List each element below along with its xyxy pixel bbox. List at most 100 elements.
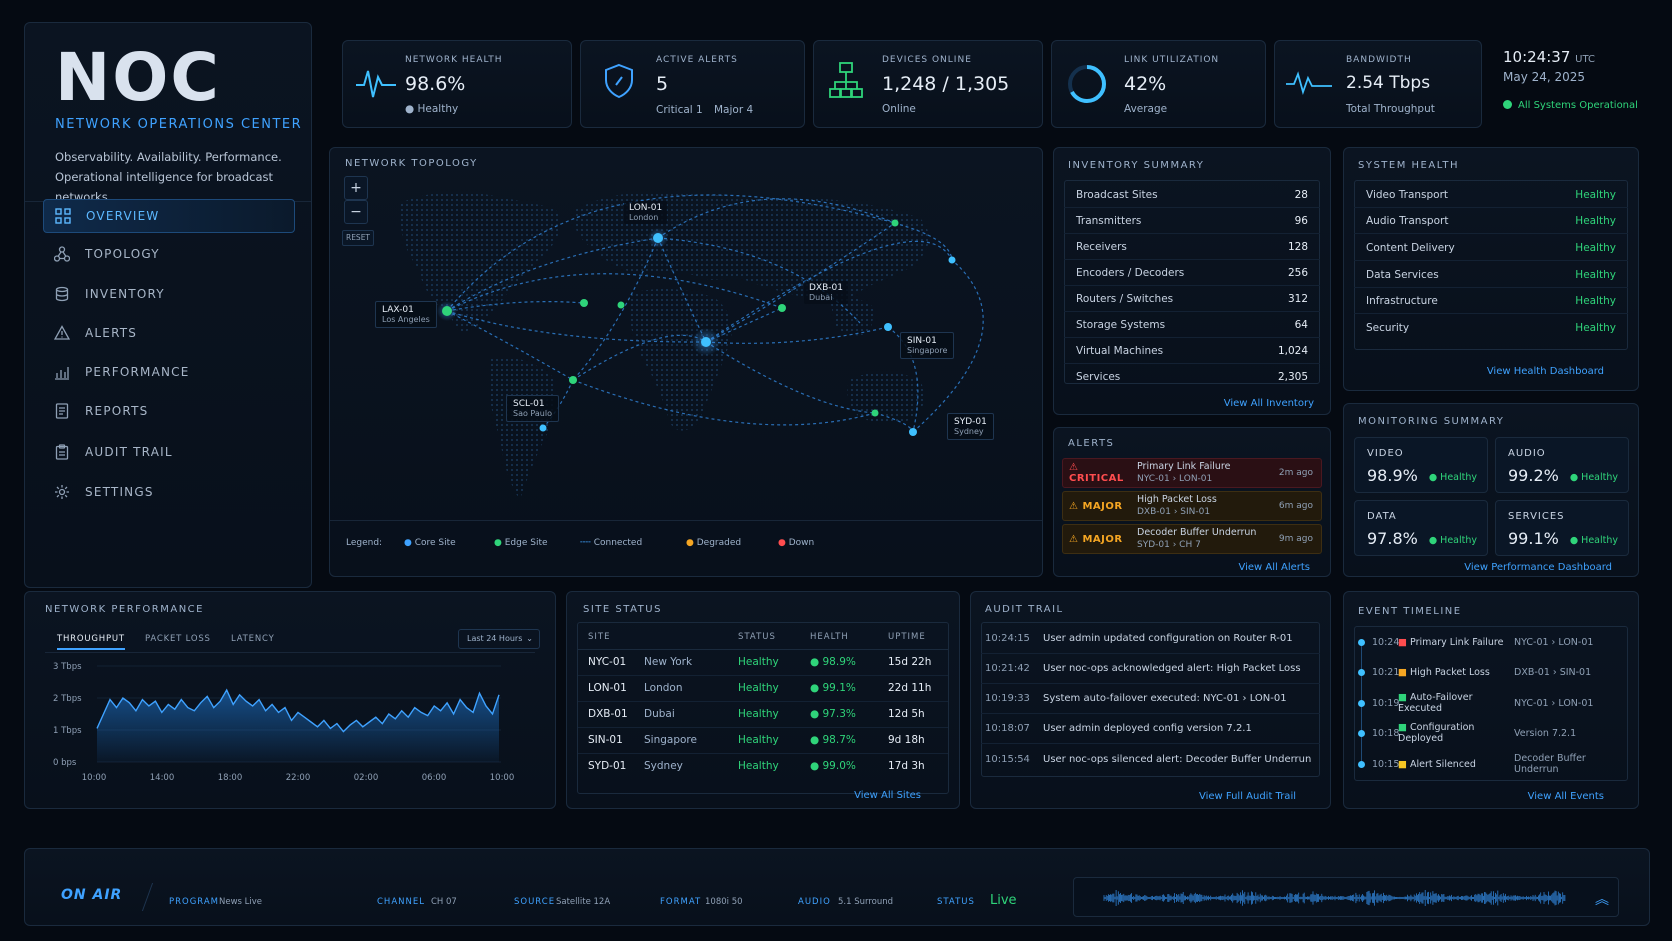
nav-item-overview[interactable]: OVERVIEW bbox=[43, 199, 295, 233]
table-row[interactable]: LON-01 London Healthy ● 99.1% 22d 11h bbox=[578, 675, 948, 702]
tab-throughput[interactable]: THROUGHPUT bbox=[57, 634, 125, 650]
monitor-audio[interactable]: AUDIO 99.2% ● Healthy bbox=[1495, 437, 1629, 493]
x-tick-label: 06:00 bbox=[422, 773, 447, 783]
health-row[interactable]: Infrastructure Healthy bbox=[1354, 288, 1628, 314]
table-row[interactable]: SYD-01 Sydney Healthy ● 99.0% 17d 3h bbox=[578, 753, 948, 779]
status-dot bbox=[1503, 100, 1512, 109]
logo-subtitle: NETWORK OPERATIONS CENTER bbox=[55, 117, 303, 132]
reset-button[interactable]: RESET bbox=[342, 230, 374, 246]
time-range-select[interactable]: Last 24 Hours ⌄ bbox=[458, 629, 540, 649]
zoom-out-button[interactable]: − bbox=[344, 200, 368, 224]
stat-active-alerts[interactable]: ACTIVE ALERTS 5 Critical 1 Major 4 bbox=[580, 40, 805, 128]
stat-bandwidth[interactable]: BANDWIDTH 2.54 Tbps Total Throughput bbox=[1274, 40, 1482, 128]
audio-label: AUDIO bbox=[798, 897, 831, 907]
health-row[interactable]: Video Transport Healthy bbox=[1354, 182, 1628, 208]
health-cell: ● 99.0% bbox=[810, 760, 856, 773]
audit-row[interactable]: 10:15:54 User noc-ops silenced alert: Dec… bbox=[981, 744, 1320, 774]
view-all-inventory-link[interactable]: View All Inventory bbox=[1224, 398, 1314, 409]
event-row[interactable]: 10:21 ■ High Packet Loss DXB-01 › SIN-01 bbox=[1358, 657, 1628, 687]
view-all-alerts-link[interactable]: View All Alerts bbox=[1239, 562, 1311, 573]
health-row[interactable]: Data Services Healthy bbox=[1354, 262, 1628, 288]
inventory-panel: INVENTORY SUMMARY Broadcast Sites 28 Tran… bbox=[1053, 147, 1331, 415]
monitor-services[interactable]: SERVICES 99.1% ● Healthy bbox=[1495, 500, 1629, 556]
nav-item-inventory[interactable]: INVENTORY bbox=[43, 277, 295, 311]
monitor-value: 97.8% bbox=[1367, 529, 1418, 548]
view-all-sites-link[interactable]: View All Sites bbox=[854, 790, 921, 801]
nav-item-topology[interactable]: TOPOLOGY bbox=[43, 237, 295, 271]
bandwidth-wave-icon bbox=[1285, 67, 1333, 101]
x-tick-label: 10:00 bbox=[490, 773, 515, 783]
view-performance-dashboard-link[interactable]: View Performance Dashboard bbox=[1464, 562, 1612, 573]
nav-item-reports[interactable]: REPORTS bbox=[43, 394, 295, 428]
inventory-row[interactable]: Encoders / Decoders 256 bbox=[1064, 260, 1320, 286]
event-name: ■ Alert Silenced bbox=[1398, 758, 1476, 770]
panel-title: INVENTORY SUMMARY bbox=[1068, 160, 1205, 171]
x-tick-label: 14:00 bbox=[150, 773, 175, 783]
site-label-lax[interactable]: LAX-01 Los Angeles bbox=[375, 301, 437, 328]
stat-network-health[interactable]: NETWORK HEALTH 98.6% ● Healthy bbox=[342, 40, 572, 128]
alert-item-critical[interactable]: ⚠ CRITICAL Primary Link Failure NYC-01 › … bbox=[1062, 458, 1322, 488]
site-label-dxb[interactable]: DXB-01 Dubai bbox=[804, 281, 848, 304]
health-row[interactable]: Content Delivery Healthy bbox=[1354, 235, 1628, 261]
site-label-scl[interactable]: SCL-01 Sao Paulo bbox=[506, 395, 559, 422]
nav-item-settings[interactable]: SETTINGS bbox=[43, 475, 295, 509]
audit-row[interactable]: 10:18:07 User admin deployed config versi… bbox=[981, 714, 1320, 744]
x-tick-label: 18:00 bbox=[218, 773, 243, 783]
stat-label: LINK UTILIZATION bbox=[1124, 55, 1220, 65]
monitor-data[interactable]: DATA 97.8% ● Healthy bbox=[1354, 500, 1488, 556]
alert-item-major[interactable]: ⚠ MAJOR High Packet Loss DXB-01 › SIN-01 … bbox=[1062, 491, 1322, 521]
expand-chevron-icon[interactable]: ︽ bbox=[1595, 889, 1609, 909]
table-row[interactable]: DXB-01 Dubai Healthy ● 97.3% 12d 5h bbox=[578, 701, 948, 728]
stat-devices-online[interactable]: DEVICES ONLINE 1,248 / 1,305 Online bbox=[813, 40, 1043, 128]
table-row[interactable]: SIN-01 Singapore Healthy ● 98.7% 9d 18h bbox=[578, 727, 948, 754]
stat-link-utilization[interactable]: LINK UTILIZATION 42% Average bbox=[1051, 40, 1266, 128]
nav-item-performance[interactable]: PERFORMANCE bbox=[43, 355, 295, 389]
monitor-video[interactable]: VIDEO 98.9% ● Healthy bbox=[1354, 437, 1488, 493]
site-code: DXB-01 bbox=[809, 283, 843, 293]
audit-row[interactable]: 10:19:33 System auto-failover executed: N… bbox=[981, 684, 1320, 714]
col-header-status: STATUS bbox=[738, 625, 810, 650]
monitor-status: ● Healthy bbox=[1428, 535, 1477, 546]
throughput-chart[interactable]: 3 Tbps 2 Tbps 1 Tbps 0 bps 10:00 14:00 18:00 22… bbox=[25, 650, 557, 810]
inventory-row[interactable]: Routers / Switches 312 bbox=[1064, 286, 1320, 312]
topology-panel: NETWORK TOPOLOGY + − RESET LON-01 London… bbox=[329, 147, 1043, 577]
program-label: PROGRAM bbox=[169, 897, 220, 907]
y-tick-label: 0 bps bbox=[53, 758, 77, 768]
inventory-row[interactable]: Services 2,305 bbox=[1064, 364, 1320, 390]
health-row[interactable]: Audio Transport Healthy bbox=[1354, 208, 1628, 234]
nav-item-alerts[interactable]: ALERTS bbox=[43, 316, 295, 350]
event-row[interactable]: 10:15 ■ Alert Silenced Decoder Buffer Unde… bbox=[1358, 749, 1628, 779]
site-label-lon[interactable]: LON-01 London bbox=[624, 201, 668, 224]
tab-packet-loss[interactable]: PACKET LOSS bbox=[145, 634, 211, 644]
uptime-cell: 22d 11h bbox=[888, 675, 948, 702]
event-row[interactable]: 10:19 ■ Auto-Failover Executed NYC-01 › LO… bbox=[1358, 688, 1628, 718]
inventory-row[interactable]: Receivers 128 bbox=[1064, 234, 1320, 260]
audio-value: 5.1 Surround bbox=[838, 897, 894, 907]
dot-icon: ● bbox=[494, 538, 502, 548]
view-all-events-link[interactable]: View All Events bbox=[1528, 791, 1604, 802]
audit-row[interactable]: 10:21:42 User noc-ops acknowledged alert:… bbox=[981, 654, 1320, 684]
system-health-panel: SYSTEM HEALTH Video Transport Healthy Aud… bbox=[1343, 147, 1639, 391]
tab-latency[interactable]: LATENCY bbox=[231, 634, 275, 644]
site-code: SYD-01 bbox=[954, 417, 987, 427]
inventory-row[interactable]: Transmitters 96 bbox=[1064, 208, 1320, 234]
alert-text: High Packet Loss DXB-01 › SIN-01 bbox=[1137, 494, 1217, 517]
inventory-row[interactable]: Storage Systems 64 bbox=[1064, 312, 1320, 338]
audit-row[interactable]: 10:24:15 User admin updated configuration… bbox=[981, 624, 1320, 654]
inventory-row[interactable]: Virtual Machines 1,024 bbox=[1064, 338, 1320, 364]
program-value: News Live bbox=[219, 897, 263, 907]
inventory-row[interactable]: Broadcast Sites 28 bbox=[1064, 182, 1320, 208]
nav-item-audit-trail[interactable]: AUDIT TRAIL bbox=[43, 435, 295, 469]
event-row[interactable]: 10:18 ■ Configuration Deployed Version 7.2… bbox=[1358, 718, 1628, 748]
tagline-line-1: Observability. Availability. Performance… bbox=[55, 150, 282, 164]
site-label-syd[interactable]: SYD-01 Sydney bbox=[947, 413, 994, 440]
event-row[interactable]: 10:24 ■ Primary Link Failure NYC-01 › LON-… bbox=[1358, 627, 1628, 657]
world-map[interactable] bbox=[330, 148, 1044, 578]
site-label-sin[interactable]: SIN-01 Singapore bbox=[900, 332, 955, 359]
zoom-in-button[interactable]: + bbox=[344, 176, 368, 200]
view-health-dashboard-link[interactable]: View Health Dashboard bbox=[1487, 366, 1604, 377]
alert-item-major[interactable]: ⚠ MAJOR Decoder Buffer Underrun SYD-01 › … bbox=[1062, 524, 1322, 554]
view-full-audit-trail-link[interactable]: View Full Audit Trail bbox=[1199, 791, 1296, 802]
table-row[interactable]: NYC-01 New York Healthy ● 98.9% 15d 22h bbox=[578, 649, 948, 676]
health-row[interactable]: Security Healthy bbox=[1354, 315, 1628, 341]
